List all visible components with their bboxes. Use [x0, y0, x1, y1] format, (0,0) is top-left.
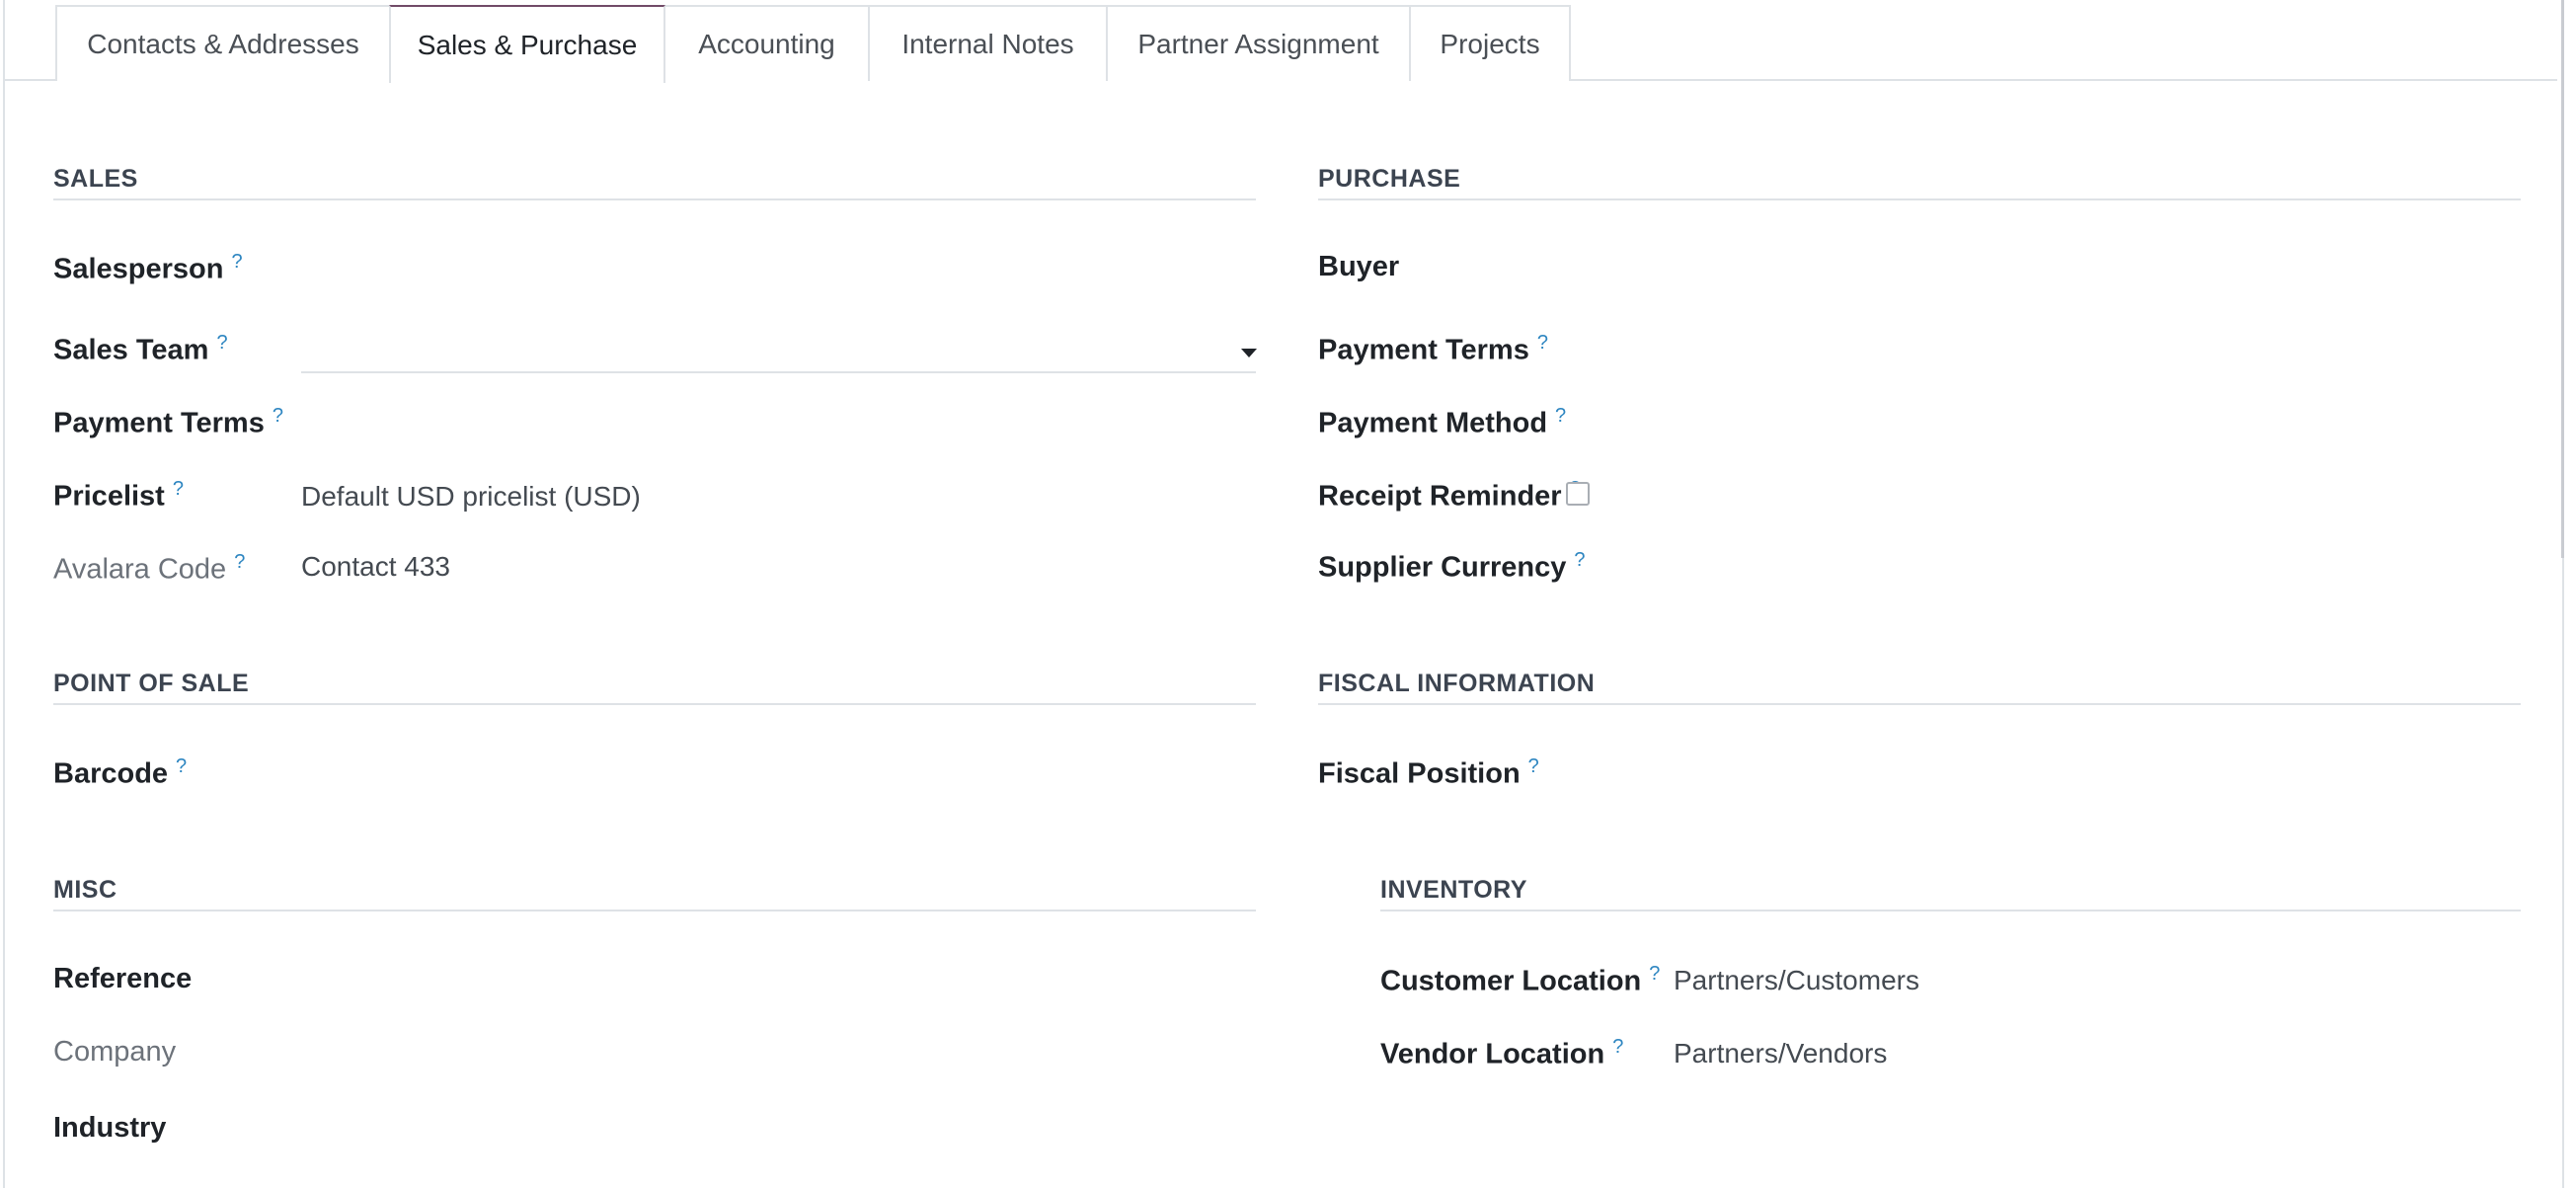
- help-icon[interactable]: ?: [1649, 963, 1660, 985]
- purchase-section-rule: [1318, 198, 2521, 200]
- tab-contacts-addresses[interactable]: Contacts & Addresses: [55, 5, 391, 81]
- avalara-code-label: Avalara Code?: [53, 551, 246, 586]
- vendor-location-label: Vendor Location?: [1380, 1036, 1624, 1070]
- sales-section-title: SALES: [53, 165, 138, 193]
- sales-team-label: Sales Team?: [53, 332, 228, 366]
- purchase-section-title: PURCHASE: [1318, 165, 1461, 193]
- tab-accounting[interactable]: Accounting: [664, 5, 870, 81]
- tab-projects[interactable]: Projects: [1409, 5, 1571, 81]
- payment-method-label: Payment Method?: [1318, 405, 1567, 439]
- help-icon[interactable]: ?: [216, 332, 227, 354]
- form-sheet: Contacts & Addresses Sales & Purchase Ac…: [3, 0, 2564, 1188]
- company-label: Company: [53, 1036, 177, 1068]
- help-icon[interactable]: ?: [1555, 405, 1566, 427]
- buyer-label: Buyer: [1318, 251, 1400, 282]
- chevron-down-icon[interactable]: [1241, 349, 1257, 357]
- supplier-currency-label: Supplier Currency?: [1318, 549, 1586, 584]
- help-icon[interactable]: ?: [234, 551, 245, 573]
- pos-section-title: POINT OF SALE: [53, 670, 250, 697]
- purchase-payment-terms-label: Payment Terms?: [1318, 332, 1548, 366]
- help-icon[interactable]: ?: [1528, 755, 1539, 777]
- vendor-location-value[interactable]: Partners/Vendors: [1674, 1038, 1887, 1069]
- avalara-code-value: Contact 433: [301, 551, 450, 582]
- tab-sales-purchase[interactable]: Sales & Purchase: [389, 5, 665, 83]
- help-icon[interactable]: ?: [1537, 332, 1548, 354]
- industry-label: Industry: [53, 1112, 167, 1144]
- notebook-tabs: Contacts & Addresses Sales & Purchase Ac…: [5, 0, 2557, 83]
- help-icon[interactable]: ?: [231, 251, 242, 273]
- salesperson-label: Salesperson?: [53, 251, 243, 285]
- barcode-label: Barcode?: [53, 755, 188, 790]
- inventory-section-title: INVENTORY: [1380, 876, 1527, 904]
- help-icon[interactable]: ?: [1612, 1036, 1623, 1058]
- customer-location-label: Customer Location?: [1380, 963, 1661, 997]
- misc-section-title: MISC: [53, 876, 117, 904]
- help-icon[interactable]: ?: [173, 478, 184, 500]
- tab-internal-notes[interactable]: Internal Notes: [868, 5, 1108, 81]
- sales-team-select[interactable]: [301, 332, 1249, 371]
- help-icon[interactable]: ?: [1574, 549, 1585, 571]
- help-icon[interactable]: ?: [176, 755, 187, 777]
- receipt-reminder-checkbox[interactable]: [1566, 482, 1590, 506]
- help-icon[interactable]: ?: [273, 405, 283, 427]
- pricelist-label: Pricelist?: [53, 478, 184, 513]
- pos-section-rule: [53, 703, 1256, 705]
- tab-partner-assignment[interactable]: Partner Assignment: [1106, 5, 1411, 81]
- sales-section-rule: [53, 198, 1256, 200]
- inventory-section-rule: [1380, 910, 2521, 911]
- receipt-reminder-label: Receipt Reminder?: [1318, 478, 1581, 514]
- customer-location-value[interactable]: Partners/Customers: [1674, 965, 1919, 996]
- fiscal-section-title: FISCAL INFORMATION: [1318, 670, 1596, 697]
- reference-label: Reference: [53, 963, 193, 994]
- sales-payment-terms-label: Payment Terms?: [53, 405, 283, 439]
- fiscal-section-rule: [1318, 703, 2521, 705]
- misc-section-rule: [53, 910, 1256, 911]
- pricelist-value[interactable]: Default USD pricelist (USD): [301, 481, 641, 513]
- sales-team-underline: [301, 371, 1256, 373]
- fiscal-position-label: Fiscal Position?: [1318, 755, 1539, 790]
- scrollbar[interactable]: [2561, 0, 2564, 558]
